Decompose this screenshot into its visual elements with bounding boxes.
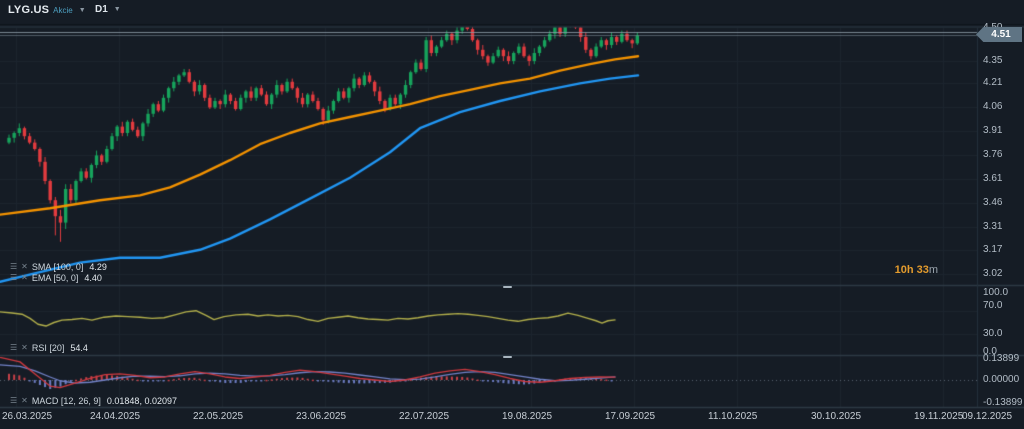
- date-tick: 24.04.2025: [90, 411, 140, 422]
- indicator-settings-icon[interactable]: ☰: [10, 273, 17, 282]
- countdown-value: 10h 33: [895, 264, 929, 276]
- chart-header: LYG.US Akcie ▼ D1 ▼: [0, 0, 1024, 24]
- indicator-remove-icon[interactable]: ✕: [21, 396, 28, 405]
- legend-ema[interactable]: ☰ ✕ EMA [50, 0] 4.40: [10, 272, 102, 283]
- price-tick: 3.17: [983, 244, 1002, 255]
- ema-label: EMA [50, 0]: [32, 273, 79, 283]
- price-tick: 3.02: [983, 268, 1002, 279]
- rsi-tick: 70.0: [983, 300, 1002, 311]
- legend-sma[interactable]: ☰ ✕ SMA [100, 0] 4.29: [10, 261, 107, 272]
- chevron-down-icon: ▼: [79, 7, 86, 14]
- macd-tick: -0.13899: [983, 397, 1022, 408]
- rsi-value: 54.4: [70, 343, 88, 353]
- macd-tick: 0.13899: [983, 353, 1019, 364]
- panel-resize-handle[interactable]: [503, 286, 512, 288]
- chevron-down-icon: ▼: [114, 6, 121, 13]
- last-price-value: 4.51: [991, 29, 1010, 40]
- sma-value: 4.29: [89, 262, 107, 272]
- date-tick: 23.06.2025: [296, 411, 346, 422]
- macd-value: 0.01848, 0.02097: [107, 396, 177, 406]
- price-tick: 3.76: [983, 149, 1002, 160]
- bar-close-countdown: 10h 33m: [858, 264, 938, 276]
- indicator-settings-icon[interactable]: ☰: [10, 262, 17, 271]
- price-tick: 4.21: [983, 77, 1002, 88]
- date-tick: 19.08.2025: [502, 411, 552, 422]
- indicator-settings-icon[interactable]: ☰: [10, 396, 17, 405]
- macd-tick: 0.00000: [983, 374, 1019, 385]
- date-tick: 17.09.2025: [605, 411, 655, 422]
- date-tick: 19.11.2025: [914, 411, 963, 422]
- date-tick: 22.07.2025: [399, 411, 449, 422]
- sma-label: SMA [100, 0]: [32, 262, 84, 272]
- date-tick: 30.10.2025: [811, 411, 861, 422]
- rsi-tick: 30.0: [983, 328, 1002, 339]
- chart-canvas[interactable]: [0, 0, 1024, 429]
- indicator-remove-icon[interactable]: ✕: [21, 273, 28, 282]
- ema-value: 4.40: [84, 273, 102, 283]
- last-price-badge: 4.51: [976, 27, 1022, 42]
- indicator-remove-icon[interactable]: ✕: [21, 343, 28, 352]
- symbol-type-label: Akcie: [53, 6, 73, 15]
- price-tick: 4.06: [983, 101, 1002, 112]
- date-tick: 09.12.2025: [962, 411, 1012, 422]
- trading-chart-window: LYG.US Akcie ▼ D1 ▼ ☰ ✕ SMA [100, 0] 4.2…: [0, 0, 1024, 429]
- countdown-unit: m: [929, 264, 938, 276]
- indicator-remove-icon[interactable]: ✕: [21, 262, 28, 271]
- symbol-label: LYG.US: [8, 4, 49, 16]
- price-tick: 3.91: [983, 125, 1002, 136]
- legend-macd[interactable]: ☰ ✕ MACD [12, 26, 9] 0.01848, 0.02097: [10, 395, 177, 406]
- panel-resize-handle[interactable]: [503, 356, 512, 358]
- indicator-settings-icon[interactable]: ☰: [10, 343, 17, 352]
- macd-label: MACD [12, 26, 9]: [32, 396, 101, 406]
- rsi-label: RSI [20]: [32, 343, 65, 353]
- timeframe-label: D1: [95, 4, 108, 15]
- date-tick: 26.03.2025: [2, 411, 52, 422]
- rsi-tick: 100.0: [983, 287, 1008, 298]
- price-tick: 3.61: [983, 173, 1002, 184]
- date-tick: 22.05.2025: [193, 411, 243, 422]
- price-tick: 3.46: [983, 197, 1002, 208]
- symbol-selector[interactable]: LYG.US Akcie ▼: [8, 4, 86, 16]
- legend-rsi[interactable]: ☰ ✕ RSI [20] 54.4: [10, 342, 88, 353]
- price-tick: 3.31: [983, 221, 1002, 232]
- date-tick: 11.10.2025: [708, 411, 757, 422]
- timeframe-selector[interactable]: D1 ▼: [95, 4, 121, 15]
- price-tick: 4.35: [983, 55, 1002, 66]
